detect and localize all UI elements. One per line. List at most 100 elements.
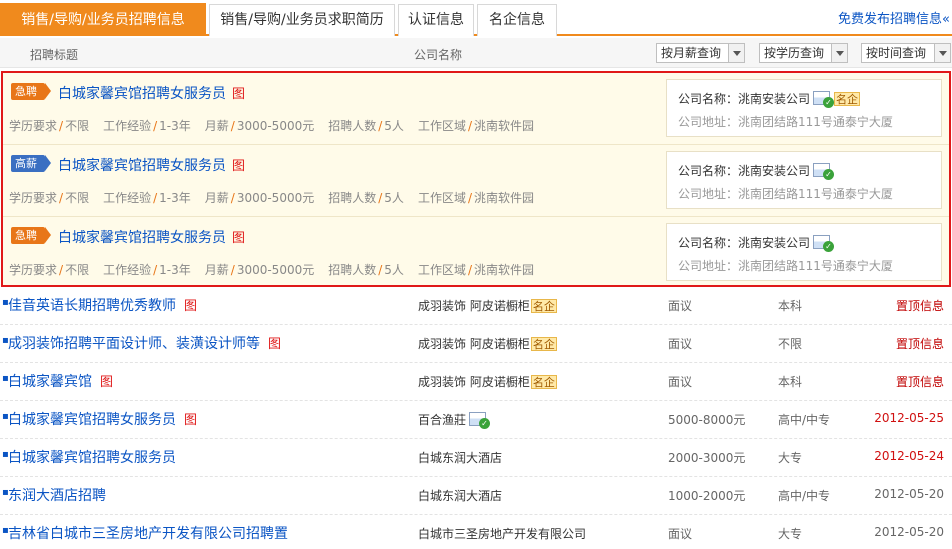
company-name[interactable]: 成羽装饰 阿皮诺橱柜 名企 bbox=[418, 335, 557, 352]
company-address-label: 公司地址： bbox=[678, 187, 739, 201]
pinned-badge: 置顶信息 bbox=[895, 375, 944, 389]
education: 本科 bbox=[778, 299, 803, 313]
tab-famous-companies[interactable]: 名企信息 bbox=[477, 4, 557, 36]
meta-label: 工作区域 bbox=[417, 263, 466, 277]
meta-label: 工作区域 bbox=[417, 119, 466, 133]
job-title-link[interactable]: 白城家馨宾馆图 bbox=[8, 371, 113, 391]
chevron-down-icon bbox=[934, 44, 950, 62]
featured-item: 高薪 白城家馨宾馆招聘女服务员图学历要求 / 不限 工作经验/1-3年 月薪/3000-5… bbox=[3, 145, 949, 217]
meta-label: 招聘人数 bbox=[328, 263, 377, 277]
company-name[interactable]: 白城东润大酒店 bbox=[418, 449, 502, 466]
list-item: ▪ 吉林省白城市三圣房地产开发有限公司招聘置 白城市三圣房地产开发有限公司 面议 大专 2… bbox=[0, 515, 952, 549]
meta-separator: / bbox=[230, 191, 235, 205]
job-title-link[interactable]: 白城家馨宾馆招聘女服务员图 bbox=[8, 409, 197, 429]
salary: 面议 bbox=[668, 375, 693, 389]
company-name: 公司名称：洮南安装公司 bbox=[678, 234, 835, 252]
company-name-text: 白城东润大酒店 bbox=[418, 451, 503, 465]
meta-value: 3000-5000元 bbox=[236, 263, 315, 277]
meta-salary: 月薪/3000-5000元 bbox=[205, 263, 314, 277]
company-name[interactable]: 白城东润大酒店 bbox=[418, 487, 502, 504]
company-name-label: 公司名称： bbox=[678, 164, 739, 178]
company-name-text: 白城东润大酒店 bbox=[418, 489, 503, 503]
company-name-label: 公司名称： bbox=[678, 92, 739, 106]
company-name-value[interactable]: 洮南安装公司 bbox=[738, 164, 810, 178]
job-title-link[interactable]: 成羽装饰招聘平面设计师、装潢设计师等图 bbox=[8, 333, 281, 353]
meta-salary: 月薪/3000-5000元 bbox=[205, 119, 314, 133]
famous-company-badge: 名企 bbox=[834, 92, 861, 106]
list-item: ▪ 白城家馨宾馆招聘女服务员 白城东润大酒店 2000-3000元 大专 2012-05-… bbox=[0, 439, 952, 477]
certified-icon bbox=[813, 91, 835, 108]
meta-count: 招聘人数/5人 bbox=[328, 119, 404, 133]
job-title-text: 佳音英语长期招聘优秀教师 bbox=[8, 298, 176, 314]
company-info-box: 公司名称：洮南安装公司 名企公司地址：洮南团结路111号通泰宁大厦 bbox=[666, 79, 942, 137]
meta-value: 不限 bbox=[65, 191, 90, 205]
company-address-label: 公司地址： bbox=[678, 115, 739, 129]
meta-salary: 月薪/3000-5000元 bbox=[205, 191, 314, 205]
category-tabs: 销售/导购/业务员招聘信息 销售/导购/业务员求职简历 认证信息 名企信息 免费… bbox=[0, 0, 952, 36]
header-company: 公司名称 bbox=[414, 48, 463, 62]
job-title-text: 白城家馨宾馆招聘女服务员 bbox=[58, 230, 226, 246]
company-name-value[interactable]: 洮南安装公司 bbox=[738, 236, 810, 250]
meta-separator: / bbox=[59, 263, 64, 277]
famous-company-badge: 名企 bbox=[530, 299, 557, 313]
education: 不限 bbox=[778, 337, 803, 351]
company-info-box: 公司名称：洮南安装公司公司地址：洮南团结路111号通泰宁大厦 bbox=[666, 223, 942, 281]
certified-icon bbox=[469, 412, 491, 429]
image-tag: 图 bbox=[232, 87, 246, 102]
meta-label: 工作经验 bbox=[103, 263, 152, 277]
publish-job-link[interactable]: 免费发布招聘信息« bbox=[838, 8, 950, 27]
meta-value: 洮南软件园 bbox=[474, 191, 535, 205]
company-name-text: 白城市三圣房地产开发有限公司 bbox=[418, 527, 587, 541]
company-name[interactable]: 白城市三圣房地产开发有限公司 bbox=[418, 525, 586, 542]
job-title-link[interactable]: 白城家馨宾馆招聘女服务员图 bbox=[58, 227, 245, 247]
company-address-label: 公司地址： bbox=[678, 259, 739, 273]
meta-label: 学历要求 bbox=[9, 263, 58, 277]
company-name-text: 成羽装饰 阿皮诺橱柜 bbox=[418, 337, 530, 351]
company-address-value: 洮南团结路111号通泰宁大厦 bbox=[738, 259, 893, 273]
sort-salary-label: 按月薪查询 bbox=[661, 46, 722, 60]
tab-sales-jobs[interactable]: 销售/导购/业务员招聘信息 bbox=[0, 3, 206, 36]
job-title-link[interactable]: 佳音英语长期招聘优秀教师图 bbox=[8, 295, 197, 315]
company-address-value: 洮南团结路111号通泰宁大厦 bbox=[738, 187, 893, 201]
meta-edu: 学历要求 / 不限 bbox=[9, 119, 89, 133]
meta-label: 工作经验 bbox=[103, 119, 152, 133]
sort-by-education-select[interactable]: 按学历查询 bbox=[759, 43, 848, 63]
company-address: 公司地址：洮南团结路111号通泰宁大厦 bbox=[678, 113, 893, 130]
image-tag: 图 bbox=[100, 375, 114, 390]
meta-label: 学历要求 bbox=[9, 191, 58, 205]
famous-company-badge: 名企 bbox=[530, 375, 557, 389]
meta-exp: 工作经验/1-3年 bbox=[103, 191, 191, 205]
meta-label: 月薪 bbox=[204, 263, 229, 277]
company-name[interactable]: 百合渔莊 bbox=[418, 411, 491, 429]
meta-count: 招聘人数/5人 bbox=[328, 263, 404, 277]
job-meta: 学历要求 / 不限 工作经验/1-3年 月薪/3000-5000元 招聘人数/5人 工作区域… bbox=[9, 117, 548, 134]
featured-item: 急聘 白城家馨宾馆招聘女服务员图学历要求 / 不限 工作经验/1-3年 月薪/3000-5… bbox=[3, 73, 949, 145]
company-info-box: 公司名称：洮南安装公司公司地址：洮南团结路111号通泰宁大厦 bbox=[666, 151, 942, 209]
job-title-link[interactable]: 吉林省白城市三圣房地产开发有限公司招聘置 bbox=[8, 523, 288, 543]
tab-certification[interactable]: 认证信息 bbox=[398, 4, 474, 36]
job-title-link[interactable]: 白城家馨宾馆招聘女服务员图 bbox=[58, 83, 245, 103]
high-salary-badge: 高薪 bbox=[11, 155, 51, 172]
meta-value: 不限 bbox=[65, 263, 90, 277]
column-header: 招聘标题 公司名称 按月薪查询 按学历查询 按时间查询 bbox=[0, 38, 952, 68]
tab-sales-resumes[interactable]: 销售/导购/业务员求职简历 bbox=[209, 4, 395, 36]
meta-value: 1-3年 bbox=[159, 119, 191, 133]
company-name[interactable]: 成羽装饰 阿皮诺橱柜 名企 bbox=[418, 373, 557, 390]
job-meta: 学历要求 / 不限 工作经验/1-3年 月薪/3000-5000元 招聘人数/5人 工作区域… bbox=[9, 189, 548, 206]
sort-by-salary-select[interactable]: 按月薪查询 bbox=[656, 43, 745, 63]
meta-separator: / bbox=[153, 263, 158, 277]
meta-value: 不限 bbox=[65, 119, 90, 133]
sort-by-time-select[interactable]: 按时间查询 bbox=[861, 43, 951, 63]
job-title-link[interactable]: 白城家馨宾馆招聘女服务员图 bbox=[58, 155, 245, 175]
job-title-text: 白城家馨宾馆招聘女服务员 bbox=[58, 158, 226, 174]
job-title-link[interactable]: 白城家馨宾馆招聘女服务员 bbox=[8, 447, 176, 467]
job-title-link[interactable]: 东润大酒店招聘 bbox=[8, 485, 106, 505]
meta-separator: / bbox=[230, 263, 235, 277]
company-name[interactable]: 成羽装饰 阿皮诺橱柜 名企 bbox=[418, 297, 557, 314]
list-item: ▪白城家馨宾馆招聘女服务员图百合渔莊5000-8000元高中/中专2012-05… bbox=[0, 401, 952, 439]
header-title: 招聘标题 bbox=[30, 48, 79, 62]
meta-value: 1-3年 bbox=[159, 191, 191, 205]
meta-value: 1-3年 bbox=[159, 263, 191, 277]
meta-value: 3000-5000元 bbox=[236, 119, 315, 133]
company-name-value[interactable]: 洮南安装公司 bbox=[738, 92, 810, 106]
